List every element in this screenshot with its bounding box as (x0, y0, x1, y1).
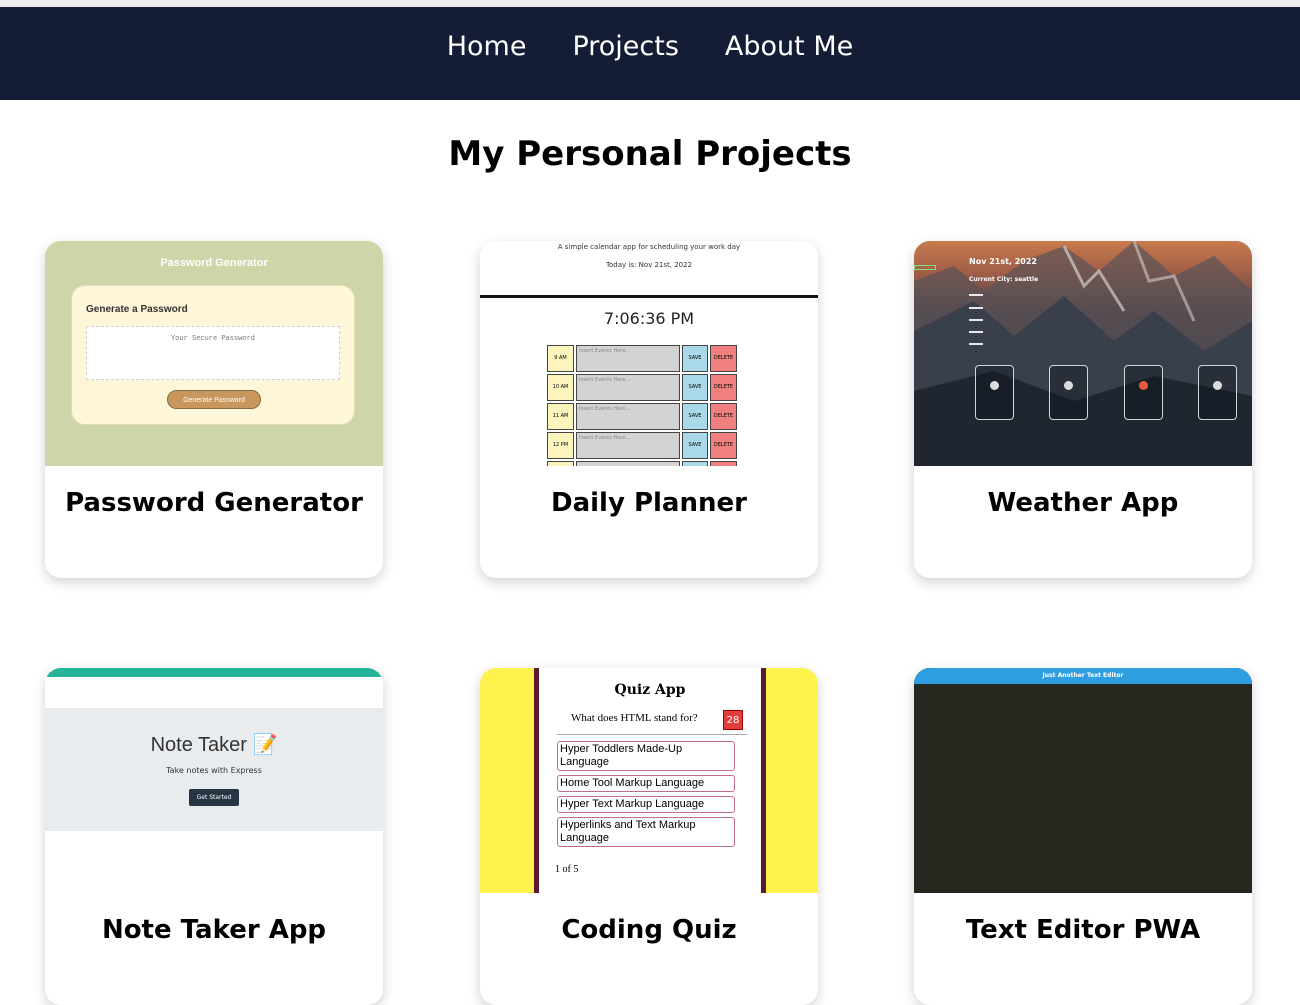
thumb-subtitle: Take notes with Express (166, 766, 262, 775)
thumb-event-partial (576, 461, 680, 466)
thumb-delete-button: DELETE (710, 432, 737, 459)
main-nav: Home Projects About Me (0, 7, 1300, 100)
forecast-card (1049, 365, 1088, 420)
project-thumbnail[interactable]: Password Generator Generate a Password Y… (45, 241, 383, 466)
thumb-event-field: Insert Events Here... (576, 345, 680, 372)
thumb-delete-button: DELETE (710, 374, 737, 401)
thumb-divider (557, 734, 747, 735)
thumb-topbar (45, 668, 383, 677)
thumb-save-button: SAVE (682, 374, 708, 401)
thumb-hour-partial (547, 461, 574, 466)
project-card-daily-planner[interactable]: A simple calendar app for scheduling you… (480, 241, 818, 578)
project-title[interactable]: Weather App (914, 488, 1252, 518)
page-title: My Personal Projects (448, 134, 852, 174)
project-title[interactable]: Coding Quiz (480, 915, 818, 945)
project-thumbnail[interactable]: A simple calendar app for scheduling you… (480, 241, 818, 466)
project-title[interactable]: Password Generator (45, 488, 383, 518)
thumb-save-button: SAVE (682, 345, 708, 372)
project-title[interactable]: Note Taker App (45, 915, 383, 945)
thumb-hour: 9 AM (547, 345, 574, 372)
thumb-subheading: Generate a Password (86, 304, 188, 315)
thumb-stat-line (969, 331, 983, 333)
thumb-save-button: SAVE (682, 403, 708, 430)
nav-projects-link[interactable]: Projects (572, 31, 678, 62)
project-thumbnail[interactable]: Note Taker 📝 Take notes with Express Get… (45, 668, 383, 893)
weather-icon (1139, 381, 1148, 390)
thumb-generate-button: Generate Password (167, 390, 261, 409)
thumb-search-tag (914, 265, 936, 270)
thumb-answer-option: Hyper Text Markup Language (557, 796, 735, 813)
weather-icon (1064, 381, 1073, 390)
thumb-hour: 10 AM (547, 374, 574, 401)
weather-icon (1213, 381, 1222, 390)
project-thumbnail[interactable]: Nov 21st, 2022 Current City: seattle (914, 241, 1252, 466)
thumb-hour: 12 PM (547, 432, 574, 459)
thumb-today: Today is: Nov 21st, 2022 (605, 261, 693, 269)
project-card-weather-app[interactable]: Nov 21st, 2022 Current City: seattle Wea… (914, 241, 1252, 578)
mountain-image (914, 241, 1252, 466)
thumb-heading: Quiz App (614, 682, 686, 698)
thumb-heading: Note Taker 📝 (150, 734, 278, 756)
thumb-quiz-panel: Quiz App What does HTML stand for? 28 Hy… (534, 668, 766, 893)
nav-about-link[interactable]: About Me (725, 31, 853, 62)
thumb-hero: Note Taker 📝 Take notes with Express Get… (45, 708, 383, 831)
thumb-header: Password Generator (160, 257, 268, 269)
thumb-save-partial (682, 461, 708, 466)
forecast-card (1198, 365, 1237, 420)
thumb-tagline: A simple calendar app for scheduling you… (557, 243, 741, 251)
thumb-divider (480, 295, 818, 298)
project-card-note-taker[interactable]: Note Taker 📝 Take notes with Express Get… (45, 668, 383, 1005)
thumb-get-started-button: Get Started (189, 789, 239, 806)
thumb-date: Nov 21st, 2022 (969, 257, 1037, 266)
project-thumbnail[interactable]: Just Another Text Editor (914, 668, 1252, 893)
thumb-header: Just Another Text Editor (914, 668, 1252, 684)
thumb-clock: 7:06:36 PM (603, 309, 695, 328)
project-card-text-editor[interactable]: Just Another Text Editor Text Editor PWA (914, 668, 1252, 1005)
project-card-coding-quiz[interactable]: Quiz App What does HTML stand for? 28 Hy… (480, 668, 818, 1005)
thumb-delete-button: DELETE (710, 403, 737, 430)
thumb-city: Current City: seattle (969, 276, 1039, 283)
weather-icon (990, 381, 999, 390)
thumb-answer-option: Hyperlinks and Text Markup Language (557, 817, 735, 847)
thumb-save-button: SAVE (682, 432, 708, 459)
thumb-password-output: Your Secure Password (86, 326, 340, 380)
thumb-progress: 1 of 5 (555, 864, 579, 875)
forecast-card (1124, 365, 1163, 420)
thumb-question: What does HTML stand for? (571, 712, 698, 724)
thumb-delete-partial (710, 461, 737, 466)
thumb-stat-line (969, 307, 983, 309)
project-thumbnail[interactable]: Quiz App What does HTML stand for? 28 Hy… (480, 668, 818, 893)
thumb-hour: 11 AM (547, 403, 574, 430)
thumb-answer-option: Home Tool Markup Language (557, 775, 735, 792)
nav-home-link[interactable]: Home (447, 31, 527, 62)
forecast-card (975, 365, 1014, 420)
project-card-password-generator[interactable]: Password Generator Generate a Password Y… (45, 241, 383, 578)
thumb-answer-option: Hyper Toddlers Made-Up Language (557, 741, 735, 771)
project-title[interactable]: Daily Planner (480, 488, 818, 518)
window-top-strip (0, 0, 1300, 7)
thumb-event-field: Insert Events Here... (576, 403, 680, 430)
thumb-event-field: Insert Events Here... (576, 432, 680, 459)
thumb-stat-line (969, 343, 983, 345)
project-title[interactable]: Text Editor PWA (914, 915, 1252, 945)
thumb-stat-line (969, 294, 983, 296)
thumb-event-field: Insert Events Here... (576, 374, 680, 401)
thumb-delete-button: DELETE (710, 345, 737, 372)
thumb-timer: 28 (723, 710, 743, 730)
thumb-stat-line (969, 319, 983, 321)
thumb-panel: Generate a Password Your Secure Password… (71, 285, 355, 425)
